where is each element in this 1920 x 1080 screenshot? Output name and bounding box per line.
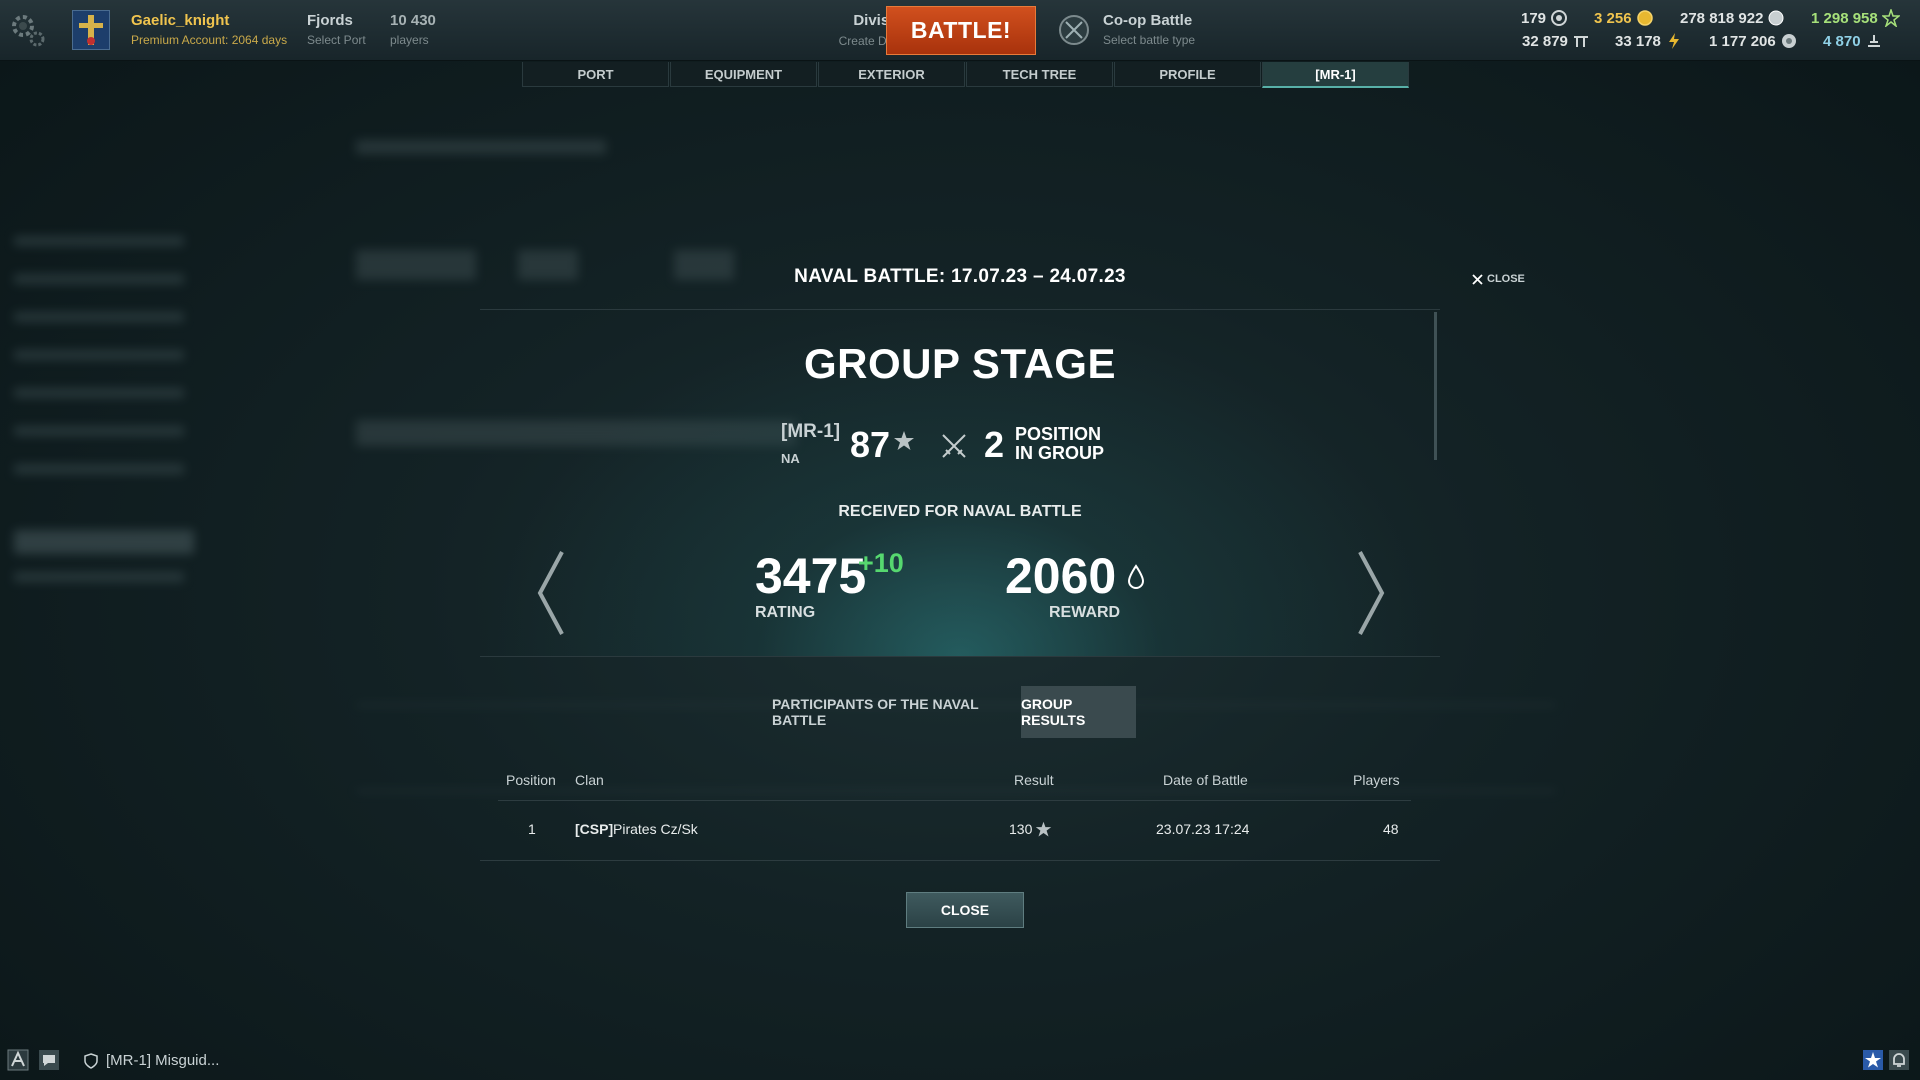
close-button[interactable]: CLOSE (906, 892, 1024, 928)
drop-icon (1127, 564, 1145, 589)
shield-icon (84, 1052, 98, 1069)
col-result[interactable]: Result (1014, 772, 1054, 788)
group-position-label: POSITION IN GROUP (1015, 424, 1105, 463)
steel-icon (1668, 33, 1679, 49)
bg-sidebar-line (14, 274, 184, 284)
elite-xp-icon (1867, 35, 1880, 47)
row-clan-name: Pirates Cz/Sk (613, 821, 698, 837)
chat-icon[interactable] (38, 1049, 60, 1071)
bg-sidebar-line (14, 236, 184, 246)
star-icon (894, 431, 914, 450)
bg-sidebar-line (14, 312, 184, 322)
col-date[interactable]: Date of Battle (1163, 772, 1248, 788)
tab-equipment[interactable]: EQUIPMENT (670, 62, 817, 87)
rating-label: RATING (755, 604, 816, 621)
tab-port[interactable]: PORT (522, 62, 669, 87)
tab-exterior[interactable]: EXTERIOR (818, 62, 965, 87)
clan-chat-channel[interactable]: [MR-1] Misguid... (84, 1052, 219, 1069)
col-clan[interactable]: Clan (575, 772, 604, 788)
tab-group-results[interactable]: GROUP RESULTS (1021, 686, 1136, 738)
rating-delta: +10 (858, 548, 904, 578)
row-date: 23.07.23 17:24 (1156, 821, 1250, 837)
gear-icon[interactable] (8, 12, 48, 48)
online-players-count: 10 430 (390, 12, 436, 29)
doubloons-balance[interactable]: 3 256 (1594, 9, 1654, 27)
close-top-button[interactable]: CLOSE (1472, 273, 1525, 285)
language-icon[interactable] (7, 1049, 29, 1071)
coal-icon (1573, 36, 1588, 47)
group-position-number: 2 (984, 424, 1005, 465)
top-bar: Gaelic_knight Premium Account: 2064 days… (0, 0, 1920, 61)
battle-type-sub[interactable]: Select battle type (1103, 33, 1195, 47)
user-name[interactable]: Gaelic_knight (131, 12, 229, 29)
bg-sidebar-selected (14, 530, 194, 554)
col-position[interactable]: Position (506, 772, 556, 788)
avatar-emblem-icon (79, 15, 103, 45)
results-table-header: Position Clan Result Date of Battle Play… (498, 760, 1411, 801)
battle-button[interactable]: BATTLE! (886, 6, 1036, 55)
research-points-balance[interactable]: 1 177 206 (1709, 32, 1798, 50)
rating-value: 3475 (755, 548, 867, 604)
steel-balance[interactable]: 33 178 (1615, 32, 1683, 50)
bg-stat-block (356, 250, 476, 280)
port-select-label[interactable]: Select Port (307, 33, 366, 47)
coop-battle-icon[interactable] (1058, 14, 1090, 46)
avatar[interactable] (72, 10, 110, 50)
clan-doubloons[interactable]: 179 (1521, 9, 1568, 27)
col-players[interactable]: Players (1353, 772, 1400, 788)
star-icon (1035, 821, 1052, 837)
tab-profile[interactable]: PROFILE (1114, 62, 1261, 87)
received-label: RECEIVED FOR NAVAL BATTLE (838, 503, 1082, 520)
premium-status[interactable]: Premium Account: 2064 days (131, 33, 287, 47)
free-xp-balance[interactable]: 1 298 958 (1811, 9, 1900, 27)
tab-clan[interactable]: [MR-1] (1262, 62, 1409, 88)
bell-icon[interactable] (1888, 1049, 1910, 1071)
doubloon-icon (1551, 10, 1568, 26)
elite-xp-balance[interactable]: 4 870 (1823, 32, 1883, 50)
row-position: 1 (528, 821, 536, 837)
table-row[interactable]: 1 [CSP] Pirates Cz/Sk 130 23.07.23 17:24… (480, 802, 1440, 861)
swords-icon (942, 434, 966, 458)
silver-icon (1768, 10, 1784, 26)
bg-sidebar-line (14, 388, 184, 398)
online-players-label: players (390, 33, 429, 47)
main-nav-tabs: PORT EQUIPMENT EXTERIOR TECH TREE PROFIL… (522, 62, 1410, 88)
panel-scrollbar[interactable] (1434, 312, 1437, 460)
coal-balance[interactable]: 32 879 (1522, 32, 1590, 50)
bg-stat-block (674, 250, 734, 280)
battle-type-title[interactable]: Co-op Battle (1103, 12, 1192, 29)
credits-balance[interactable]: 278 818 922 (1680, 9, 1785, 27)
row-players: 48 (1383, 821, 1399, 837)
port-name[interactable]: Fjords (307, 12, 353, 29)
stage-title: GROUP STAGE (804, 340, 1116, 387)
coin-icon (1636, 10, 1653, 26)
bg-sidebar-line (14, 426, 184, 436)
bg-sidebar-line (14, 572, 184, 582)
clan-region: NA (781, 451, 800, 466)
tab-participants[interactable]: PARTICIPANTS OF THE NAVAL BATTLE (772, 686, 1017, 738)
bg-sidebar-line (14, 350, 184, 360)
row-clan-tag: [CSP] (575, 821, 614, 837)
clan-rating: 87 (850, 424, 891, 465)
reward-value: 2060 (1005, 548, 1117, 604)
modal-title: NAVAL BATTLE: 17.07.23 – 24.07.23 (794, 266, 1126, 287)
bg-heading-block (356, 140, 606, 154)
row-result: 130 (1009, 821, 1033, 837)
tab-tech-tree[interactable]: TECH TREE (966, 62, 1113, 87)
clan-tag: [MR-1] (781, 421, 841, 442)
bg-stat-block (518, 250, 578, 280)
research-icon (1781, 34, 1796, 48)
chevron-left-icon[interactable] (530, 548, 570, 638)
bg-sidebar-line (14, 464, 184, 474)
chevron-right-icon[interactable] (1352, 548, 1392, 638)
star-icon[interactable] (1862, 1049, 1884, 1071)
close-icon (1472, 273, 1483, 285)
reward-label: REWARD (1049, 604, 1121, 621)
star-icon (1881, 9, 1900, 27)
